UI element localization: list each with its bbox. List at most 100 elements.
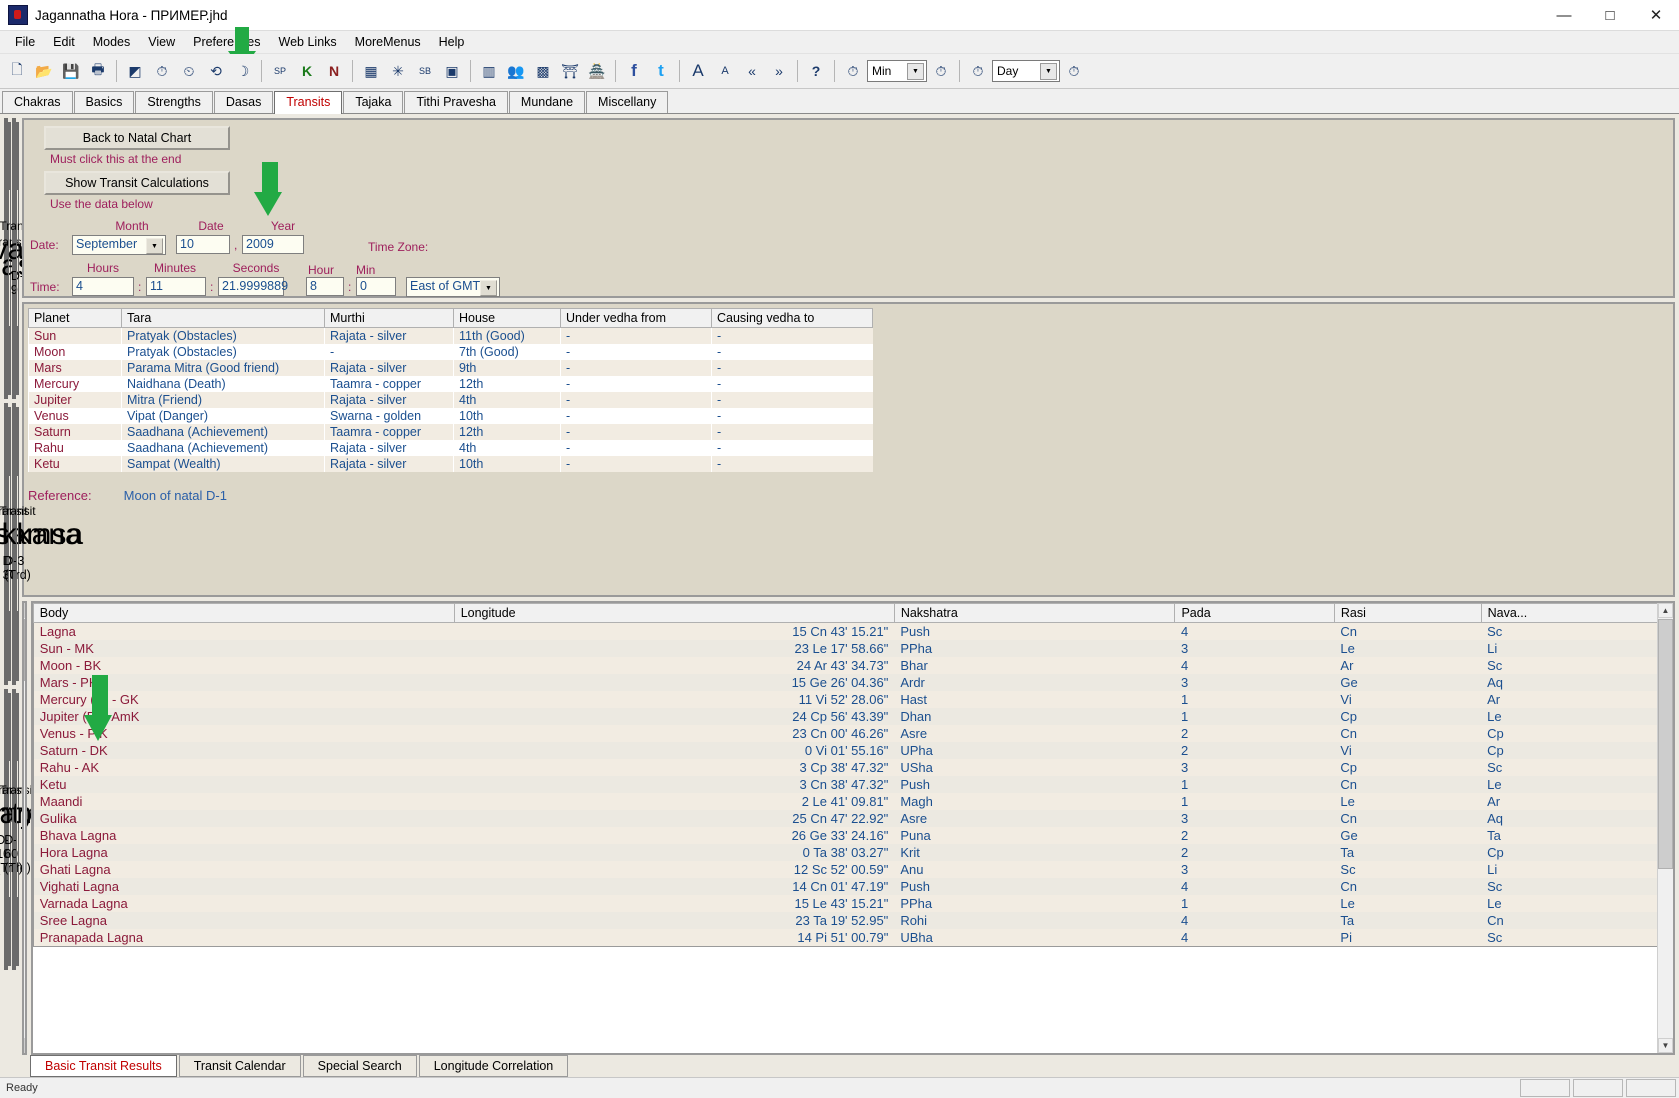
chevron-down-icon[interactable]: ▼ [907, 63, 924, 80]
relation-icon[interactable]: 👥 [503, 58, 529, 84]
body-col-pada[interactable]: Pada [1174, 602, 1335, 623]
body-scrollbar[interactable]: ▲ ▼ [1656, 602, 1673, 1053]
prev-icon[interactable]: « [739, 58, 765, 84]
chevron-down-icon[interactable]: ▼ [146, 238, 163, 254]
chart-shashtyamsa[interactable]: SLA6A11A7VeMoULHLSu(Ju)KeAsA10A4TransitS… [0, 688, 108, 970]
menu-web-links[interactable]: Web Links [270, 33, 346, 51]
bottom-tab-basic-transit-results[interactable]: Basic Transit Results [30, 1055, 177, 1077]
date-back-icon[interactable]: ⏱ [965, 58, 991, 84]
planet-col-tara[interactable]: Tara [121, 307, 325, 328]
transit-icon[interactable]: ⛩ [557, 58, 583, 84]
tab-tithi-pravesha[interactable]: Tithi Pravesha [404, 91, 508, 113]
table-row[interactable]: Moon - BK 24 Ar 43' 34.73" Bhar 4 Ar Sc [33, 656, 1673, 674]
bhava-icon[interactable]: ▥ [476, 58, 502, 84]
facebook-icon[interactable]: f [621, 58, 647, 84]
kota-icon[interactable]: ▣ [439, 58, 465, 84]
tz-direction-select[interactable]: East of GMT ▼ [406, 277, 500, 297]
detail-scrollbar[interactable]: ▲ ▼ [23, 602, 25, 1053]
planet-col-planet[interactable]: Planet [28, 307, 122, 328]
scroll-down-icon[interactable]: ▼ [23, 1038, 25, 1053]
time-icon[interactable]: ⏲ [176, 58, 202, 84]
close-button[interactable]: ✕ [1633, 0, 1679, 30]
table-row[interactable]: Sun - MK 23 Le 17' 58.66" PPha 3 Le Li [33, 640, 1672, 657]
scroll-thumb[interactable] [1657, 618, 1673, 869]
tab-dasas[interactable]: Dasas [213, 91, 274, 113]
tab-strengths[interactable]: Strengths [135, 91, 213, 113]
table-row[interactable]: Lagna 15 Cn 43' 15.21" Push 4 Cn Sc [33, 622, 1673, 640]
hours-input[interactable]: 4 [72, 277, 134, 296]
table-row[interactable]: Venus - PiK 23 Cn 00' 46.26" Asre 2 Cn Cp [33, 724, 1673, 742]
step-unit-select[interactable]: Min ▼ [867, 60, 927, 82]
open-icon[interactable]: 📂 [31, 58, 57, 84]
date-input[interactable]: 10 [176, 235, 230, 254]
table-row[interactable]: Vighati Lagna 14 Cn 01' 47.19" Push 4 Cn Sc [33, 878, 1672, 895]
grid-icon[interactable]: ▦ [358, 58, 384, 84]
table-row[interactable]: Gulika 25 Cn 47' 22.92" Asre 3 Cn Aq [33, 810, 1672, 827]
muhurta-icon[interactable]: 🏯 [584, 58, 610, 84]
table-row[interactable]: Venus Vipat (Danger) Swarna - golden 10th - - [28, 407, 873, 424]
next-icon[interactable]: » [766, 58, 792, 84]
table-row[interactable]: Mars Parama Mitra (Good friend) Rajata - s… [28, 359, 873, 376]
menu-help[interactable]: Help [430, 33, 474, 51]
planet-col-house[interactable]: House [453, 307, 561, 328]
scroll-up-icon[interactable]: ▲ [23, 602, 25, 618]
karaka-icon[interactable]: K [294, 58, 320, 84]
table-row[interactable]: Sun Pratyak (Obstacles) Rajata - silver 11t… [28, 327, 873, 344]
table-row[interactable]: Mars - PK 15 Ge 26' 04.36" Ardr 3 Ge Aq [33, 674, 1672, 691]
table-row[interactable]: Saturn Saadhana (Achievement) Taamra - cop… [28, 423, 873, 440]
body-col-nakshatra[interactable]: Nakshatra [893, 602, 1176, 623]
bottom-tab-transit-calendar[interactable]: Transit Calendar [178, 1055, 301, 1077]
seconds-input[interactable]: 21.9999889 [218, 277, 288, 296]
tz-hour-input[interactable]: 8 [306, 277, 344, 296]
sb-icon[interactable]: SB [412, 58, 438, 84]
menu-modes[interactable]: Modes [84, 33, 140, 51]
body-col-nava-[interactable]: Nava... [1480, 602, 1673, 623]
bottom-tab-longitude-correlation[interactable]: Longitude Correlation [418, 1055, 569, 1077]
menu-file[interactable]: File [6, 33, 44, 51]
chart-navamsa[interactable]: A9Md(Me)A2BBALGkRaMaA8TransitNavamsaD-9S… [0, 118, 81, 400]
twitter-icon[interactable]: t [648, 58, 674, 84]
planet-col-murthi[interactable]: Murthi [324, 307, 454, 328]
maximize-button[interactable]: □ [1587, 0, 1633, 30]
new-icon[interactable]: 🗋 [4, 58, 30, 84]
planet-col-under-vedha-from[interactable]: Under vedha from [560, 307, 712, 328]
table-row[interactable]: Maandi 2 Le 41' 09.81" Magh 1 Le Ar [33, 792, 1673, 810]
clock-fwd-icon[interactable]: ⏱ [928, 58, 954, 84]
bottom-tab-special-search[interactable]: Special Search [302, 1055, 417, 1077]
body-col-body[interactable]: Body [32, 602, 455, 623]
date-fwd-icon[interactable]: ⏱ [1061, 58, 1087, 84]
body-col-rasi[interactable]: Rasi [1333, 602, 1482, 623]
clock-back-icon[interactable]: ⏱ [840, 58, 866, 84]
scroll-up-icon[interactable]: ▲ [1657, 602, 1673, 618]
ashtaka-icon[interactable]: ✳ [385, 58, 411, 84]
table-row[interactable]: Saturn - DK 0 Vi 01' 55.16" UPha 2 Vi Cp [33, 742, 1672, 759]
scroll-down-icon[interactable]: ▼ [1657, 1038, 1673, 1053]
tab-tajaka[interactable]: Tajaka [343, 91, 404, 113]
sarvatobhadra-icon[interactable]: ▩ [530, 58, 556, 84]
table-row[interactable]: Jupiter Mitra (Friend) Rajata - silver 4th -… [28, 391, 873, 408]
year-input[interactable]: 2009 [242, 235, 304, 254]
font-big-icon[interactable]: A [685, 58, 711, 84]
data-icon[interactable]: ⏱ [149, 58, 175, 84]
table-row[interactable]: Hora Lagna 0 Ta 38' 03.27" Krit 2 Ta Cp [33, 844, 1672, 861]
sphuta-icon[interactable]: SP [267, 58, 293, 84]
tab-transits[interactable]: Transits [274, 91, 343, 114]
menu-view[interactable]: View [139, 33, 184, 51]
table-row[interactable]: Mercury Naidhana (Death) Taamra - copper 12… [28, 375, 873, 392]
scroll-thumb[interactable] [23, 618, 25, 681]
table-row[interactable]: Pranapada Lagna 14 Pi 51' 00.79" UBha 4 Pi Sc [33, 928, 1673, 947]
day-unit-select[interactable]: Day ▼ [992, 60, 1060, 82]
month-select[interactable]: September ▼ [72, 235, 166, 255]
tab-chakras[interactable]: Chakras [2, 91, 73, 113]
table-row[interactable]: Bhava Lagna 26 Ge 33' 24.16" Puna 2 Ge Ta [33, 826, 1673, 844]
table-row[interactable]: Moon Pratyak (Obstacles) -7th (Good) - - [28, 343, 873, 360]
chart-icon[interactable]: ◩ [122, 58, 148, 84]
menu-edit[interactable]: Edit [44, 33, 84, 51]
tab-miscellany[interactable]: Miscellany [586, 91, 669, 113]
menu-moremenus[interactable]: MoreMenus [346, 33, 430, 51]
table-row[interactable]: Ketu Sampat (Wealth) Rajata - silver 10th - - [28, 455, 873, 472]
help-icon[interactable]: ? [803, 58, 829, 84]
back-to-natal-button[interactable]: Back to Natal Chart [44, 126, 230, 150]
moon-icon[interactable]: ☽ [230, 58, 256, 84]
chart-drekkana[interactable]: GLGkA2SuA4HLA9A3A1ALVeTransitDrekkanaD-3… [0, 403, 82, 685]
